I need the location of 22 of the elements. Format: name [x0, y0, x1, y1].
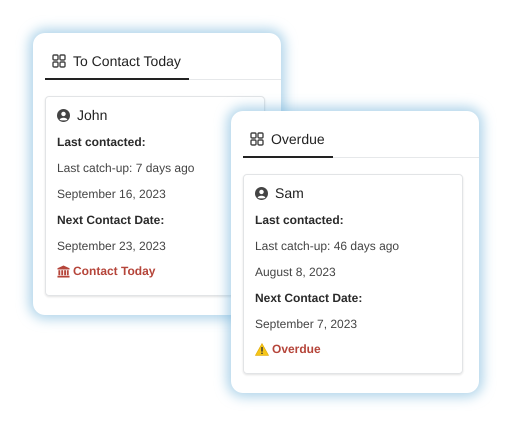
user-icon	[255, 186, 268, 200]
date-text: September 23, 2023	[57, 238, 167, 255]
grid-icon	[52, 54, 66, 68]
building-icon	[57, 264, 70, 278]
date-text: August 8, 2023	[255, 264, 337, 281]
user-icon	[57, 108, 70, 122]
status-label: Contact Today	[73, 263, 156, 280]
grid-icon	[250, 132, 264, 146]
catch-up-text: Last catch-up: 46 days ago	[255, 238, 400, 255]
status-label: Overdue	[272, 341, 321, 358]
warning-icon	[255, 342, 269, 356]
tab[interactable]: Overdue	[243, 123, 333, 158]
date-text: September 16, 2023	[57, 186, 167, 203]
field-label: Next Contact Date:	[57, 212, 166, 229]
date-text: September 7, 2023	[255, 316, 358, 333]
field-label: Last contacted:	[255, 212, 345, 229]
field-label: Last contacted:	[57, 134, 147, 151]
catch-up-text: Last catch-up: 7 days ago	[57, 160, 196, 177]
tab[interactable]: To Contact Today	[45, 45, 189, 80]
field-label: Next Contact Date:	[255, 290, 364, 307]
contact-name: John	[77, 107, 108, 123]
contact-name: Sam	[275, 185, 304, 201]
